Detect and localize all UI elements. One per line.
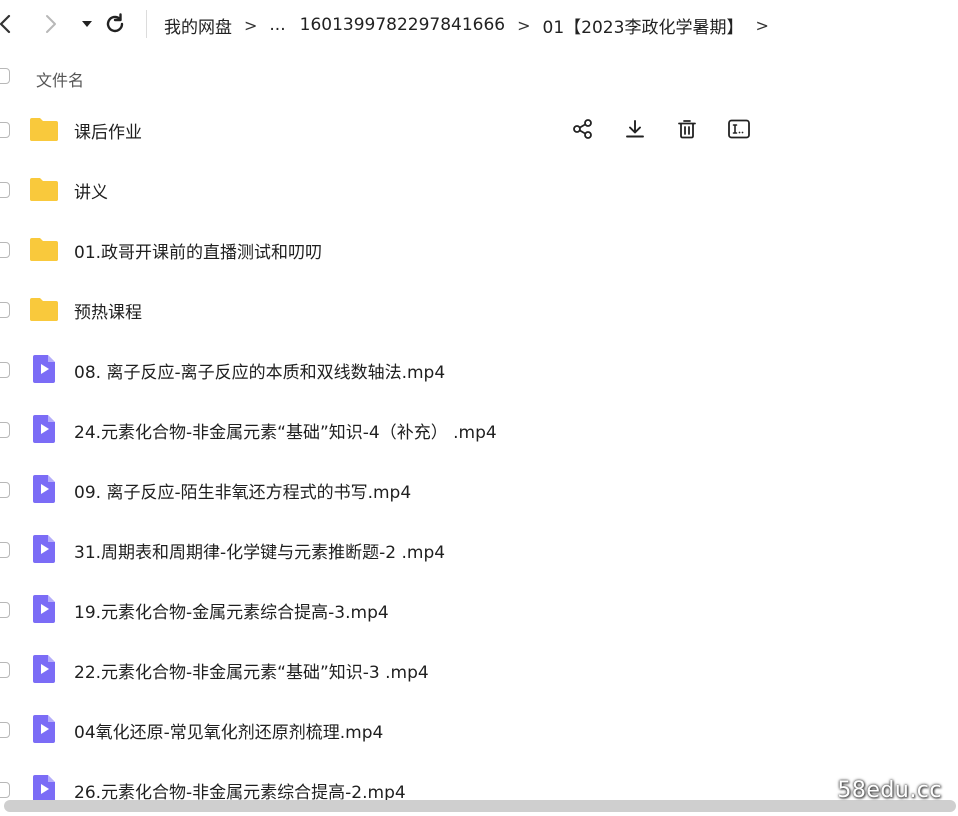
- file-name[interactable]: 04氧化还原-常见氧化剂还原剂梳理.mp4: [74, 718, 383, 743]
- folder-row[interactable]: 预热课程: [0, 280, 958, 340]
- file-name[interactable]: 讲义: [74, 178, 108, 203]
- file-name[interactable]: 24.元素化合物-非金属元素“基础”知识-4（补充） .mp4: [74, 418, 497, 443]
- breadcrumb-root[interactable]: 我的网盘: [164, 13, 232, 38]
- folder-icon: [28, 233, 60, 265]
- row-checkbox[interactable]: [0, 362, 10, 378]
- file-row[interactable]: 24.元素化合物-非金属元素“基础”知识-4（补充） .mp4: [0, 400, 958, 460]
- folder-icon: [28, 173, 60, 205]
- chevron-left-icon[interactable]: [0, 12, 16, 36]
- breadcrumb-separator: >: [755, 15, 769, 35]
- file-row[interactable]: 31.周期表和周期律-化学键与元素推断题-2 .mp4: [0, 520, 958, 580]
- video-file-icon: [28, 473, 60, 505]
- file-row[interactable]: 04氧化还原-常见氧化剂还原剂梳理.mp4: [0, 700, 958, 760]
- folder-icon: [28, 113, 60, 145]
- caret-down-icon[interactable]: [76, 12, 98, 36]
- video-file-icon: [28, 413, 60, 445]
- row-checkbox[interactable]: [0, 422, 10, 438]
- file-row[interactable]: 09. 离子反应-陌生非氧还方程式的书写.mp4: [0, 460, 958, 520]
- row-checkbox[interactable]: [0, 122, 10, 138]
- share-icon[interactable]: [570, 116, 596, 142]
- breadcrumb-folder-id[interactable]: 1601399782297841666: [300, 15, 506, 35]
- horizontal-scrollbar[interactable]: [4, 800, 956, 812]
- breadcrumb: 我的网盘 > ... 1601399782297841666 > 01【2023…: [164, 12, 781, 38]
- video-file-icon: [28, 713, 60, 745]
- toolbar-divider: [146, 10, 147, 38]
- column-header-filename[interactable]: 文件名: [36, 67, 84, 91]
- row-checkbox[interactable]: [0, 722, 10, 738]
- rename-icon[interactable]: [726, 116, 752, 142]
- file-name[interactable]: 08. 离子反应-离子反应的本质和双线数轴法.mp4: [74, 358, 445, 383]
- watermark: 58edu.cc: [837, 778, 942, 803]
- breadcrumb-current-folder[interactable]: 01【2023李政化学暑期】: [543, 13, 744, 38]
- row-checkbox[interactable]: [0, 242, 10, 258]
- file-row[interactable]: 22.元素化合物-非金属元素“基础”知识-3 .mp4: [0, 640, 958, 700]
- row-checkbox[interactable]: [0, 482, 10, 498]
- refresh-icon[interactable]: [104, 12, 126, 36]
- breadcrumb-ellipsis[interactable]: ...: [269, 15, 285, 35]
- breadcrumb-separator: >: [517, 15, 531, 35]
- file-name[interactable]: 预热课程: [74, 298, 142, 323]
- breadcrumb-separator: >: [244, 15, 258, 35]
- file-name[interactable]: 19.元素化合物-金属元素综合提高-3.mp4: [74, 598, 389, 623]
- row-checkbox[interactable]: [0, 302, 10, 318]
- row-checkbox[interactable]: [0, 602, 10, 618]
- row-checkbox[interactable]: [0, 182, 10, 198]
- video-file-icon: [28, 353, 60, 385]
- top-navigation-bar: 我的网盘 > ... 1601399782297841666 > 01【2023…: [0, 0, 958, 50]
- row-checkbox[interactable]: [0, 542, 10, 558]
- select-all-checkbox[interactable]: [0, 68, 10, 84]
- file-name[interactable]: 22.元素化合物-非金属元素“基础”知识-3 .mp4: [74, 658, 429, 683]
- chevron-right-icon[interactable]: [40, 12, 62, 36]
- file-name[interactable]: 31.周期表和周期律-化学键与元素推断题-2 .mp4: [74, 538, 445, 563]
- file-row[interactable]: 08. 离子反应-离子反应的本质和双线数轴法.mp4: [0, 340, 958, 400]
- download-icon[interactable]: [622, 116, 648, 142]
- folder-row[interactable]: 课后作业: [0, 100, 958, 160]
- file-name[interactable]: 09. 离子反应-陌生非氧还方程式的书写.mp4: [74, 478, 411, 503]
- file-name[interactable]: 01.政哥开课前的直播测试和叨叨: [74, 238, 322, 263]
- video-file-icon: [28, 533, 60, 565]
- video-file-icon: [28, 653, 60, 685]
- row-checkbox[interactable]: [0, 782, 10, 798]
- folder-row[interactable]: 讲义: [0, 160, 958, 220]
- row-actions: [570, 116, 752, 144]
- file-row[interactable]: 19.元素化合物-金属元素综合提高-3.mp4: [0, 580, 958, 640]
- row-checkbox[interactable]: [0, 662, 10, 678]
- video-file-icon: [28, 593, 60, 625]
- file-name[interactable]: 课后作业: [74, 118, 142, 143]
- file-list-header: 文件名: [0, 60, 958, 94]
- folder-row[interactable]: 01.政哥开课前的直播测试和叨叨: [0, 220, 958, 280]
- folder-icon: [28, 293, 60, 325]
- delete-icon[interactable]: [674, 116, 700, 142]
